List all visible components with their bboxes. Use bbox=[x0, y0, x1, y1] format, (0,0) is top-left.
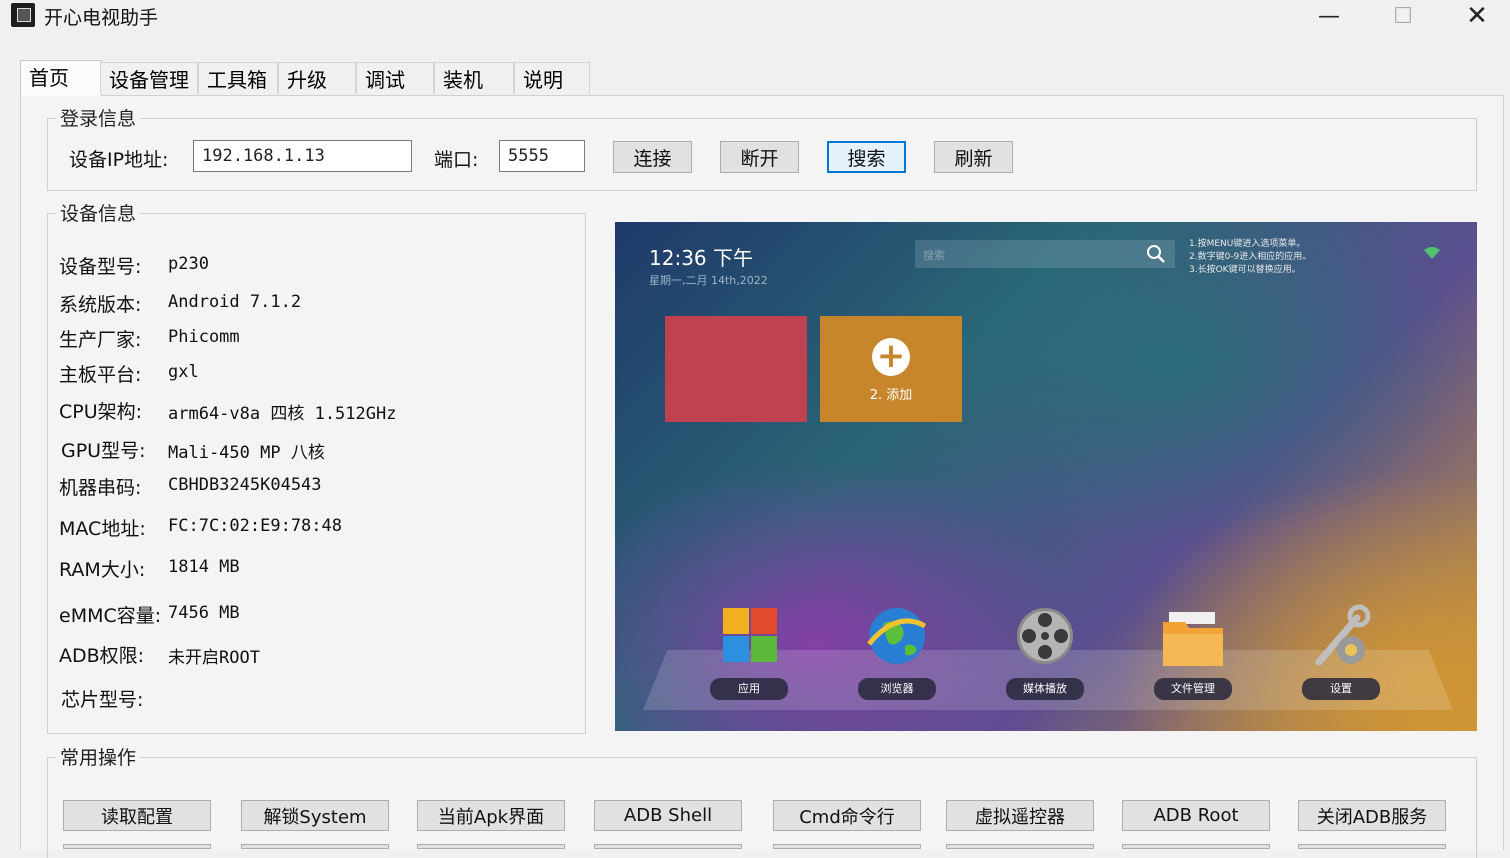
search-button[interactable]: 搜索 bbox=[827, 141, 906, 173]
chip-model-label: 芯片型号: bbox=[61, 689, 144, 711]
tv-dock-settings: 设置 bbox=[1302, 600, 1380, 700]
ram-value: 1814 MB bbox=[168, 557, 240, 577]
tv-dock-label: 设置 bbox=[1302, 678, 1380, 700]
tv-dock-label: 文件管理 bbox=[1154, 678, 1232, 700]
film-reel-icon bbox=[1017, 608, 1073, 664]
globe-browser-icon bbox=[867, 608, 927, 664]
connect-button[interactable]: 连接 bbox=[613, 141, 692, 173]
os-version-label: 系统版本: bbox=[59, 294, 142, 316]
maximize-button[interactable]: ☐ bbox=[1368, 0, 1438, 32]
folder-icon bbox=[1163, 612, 1223, 666]
tv-screen-preview: 12:36 下午 星期一,二月 14th,2022 搜索 1.按MENU键进入选… bbox=[615, 222, 1477, 731]
ip-input[interactable]: 192.168.1.13 bbox=[193, 140, 412, 172]
more-ops-button[interactable] bbox=[594, 844, 742, 849]
refresh-button[interactable]: 刷新 bbox=[934, 141, 1013, 173]
emmc-label: eMMC容量: bbox=[59, 605, 162, 627]
tv-tile-red bbox=[665, 316, 807, 422]
adb-permission-label: ADB权限: bbox=[59, 645, 145, 667]
device-model-value: p230 bbox=[168, 254, 209, 274]
cpu-arch-value: arm64-v8a 四核 1.512GHz bbox=[168, 404, 397, 424]
device-model-label: 设备型号: bbox=[59, 256, 142, 278]
more-ops-button[interactable] bbox=[946, 844, 1094, 849]
ip-label: 设备IP地址: bbox=[69, 149, 169, 171]
tv-date: 星期一,二月 14th,2022 bbox=[649, 274, 768, 287]
adb-root-button[interactable]: ADB Root bbox=[1122, 800, 1270, 831]
os-version-value: Android 7.1.2 bbox=[168, 292, 302, 312]
wifi-icon bbox=[1424, 247, 1440, 259]
tab-device-management[interactable]: 设备管理 bbox=[100, 62, 198, 94]
window-title: 开心电视助手 bbox=[44, 7, 159, 29]
tv-dock-label: 媒体播放 bbox=[1006, 678, 1084, 700]
mac-label: MAC地址: bbox=[59, 518, 146, 540]
title-bar: 开心电视助手 — ☐ ✕ bbox=[0, 0, 1510, 40]
tv-dock-label: 浏览器 bbox=[858, 678, 936, 700]
tv-search-box: 搜索 bbox=[915, 240, 1175, 268]
tab-install[interactable]: 装机 bbox=[434, 62, 514, 94]
device-info-title: 设备信息 bbox=[56, 199, 141, 226]
unlock-system-button[interactable]: 解锁System bbox=[241, 800, 389, 831]
serial-label: 机器串码: bbox=[59, 477, 142, 499]
emmc-value: 7456 MB bbox=[168, 603, 240, 623]
cpu-arch-label: CPU架构: bbox=[59, 401, 143, 423]
tv-dock-browser: 浏览器 bbox=[858, 600, 936, 700]
disconnect-button[interactable]: 断开 bbox=[720, 141, 799, 173]
login-info-title: 登录信息 bbox=[56, 104, 141, 131]
tv-dock-apps: 应用 bbox=[710, 600, 788, 700]
gpu-model-value: Mali-450 MP 八核 bbox=[168, 443, 325, 463]
close-adb-service-button[interactable]: 关闭ADB服务 bbox=[1298, 800, 1446, 831]
app-icon bbox=[11, 3, 35, 27]
more-ops-button[interactable] bbox=[773, 844, 921, 849]
more-ops-button[interactable] bbox=[1298, 844, 1446, 849]
more-ops-button[interactable] bbox=[417, 844, 565, 849]
read-config-button[interactable]: 读取配置 bbox=[63, 800, 211, 831]
tv-time: 12:36 下午 bbox=[649, 246, 753, 270]
more-ops-button[interactable] bbox=[241, 844, 389, 849]
tv-tips: 1.按MENU键进入选项菜单。 2.数字键0-9进入相应的应用。 3.长按OK键… bbox=[1189, 238, 1311, 277]
tv-tip-3: 3.长按OK键可以替换应用。 bbox=[1189, 265, 1301, 275]
ram-label: RAM大小: bbox=[59, 559, 146, 581]
tv-tile-add: + 2. 添加 bbox=[820, 316, 962, 422]
cmd-line-button[interactable]: Cmd命令行 bbox=[773, 800, 921, 831]
board-platform-value: gxl bbox=[168, 362, 199, 382]
tab-debug[interactable]: 调试 bbox=[356, 62, 434, 94]
current-apk-button[interactable]: 当前Apk界面 bbox=[417, 800, 565, 831]
minimize-button[interactable]: — bbox=[1294, 0, 1364, 32]
tab-toolbox[interactable]: 工具箱 bbox=[198, 62, 278, 94]
port-input[interactable]: 5555 bbox=[499, 140, 585, 172]
tv-add-label: 2. 添加 bbox=[869, 388, 913, 403]
more-ops-button[interactable] bbox=[1122, 844, 1270, 849]
tv-search-placeholder: 搜索 bbox=[923, 249, 945, 262]
plus-icon: + bbox=[872, 338, 910, 376]
wrench-gear-icon bbox=[1315, 604, 1371, 666]
gpu-model-label: GPU型号: bbox=[61, 440, 146, 462]
board-platform-label: 主板平台: bbox=[59, 364, 142, 386]
adb-permission-value: 未开启ROOT bbox=[168, 648, 260, 668]
virtual-remote-button[interactable]: 虚拟遥控器 bbox=[946, 800, 1094, 831]
tv-dock-media: 媒体播放 bbox=[1006, 600, 1084, 700]
common-ops-title: 常用操作 bbox=[56, 743, 141, 770]
tv-dock-label: 应用 bbox=[710, 678, 788, 700]
adb-shell-button[interactable]: ADB Shell bbox=[594, 800, 742, 831]
tv-dock-files: 文件管理 bbox=[1154, 600, 1232, 700]
tv-tip-2: 2.数字键0-9进入相应的应用。 bbox=[1189, 252, 1312, 262]
tv-tip-1: 1.按MENU键进入选项菜单。 bbox=[1189, 239, 1306, 249]
manufacturer-value: Phicomm bbox=[168, 327, 240, 347]
manufacturer-label: 生产厂家: bbox=[59, 329, 142, 351]
tab-help[interactable]: 说明 bbox=[514, 62, 590, 94]
search-icon bbox=[1147, 245, 1165, 263]
windows-apps-icon bbox=[723, 608, 777, 662]
more-ops-button[interactable] bbox=[63, 844, 211, 849]
mac-value: FC:7C:02:E9:78:48 bbox=[168, 516, 342, 536]
tab-home[interactable]: 首页 bbox=[20, 60, 102, 96]
close-button[interactable]: ✕ bbox=[1442, 0, 1510, 32]
port-label: 端口: bbox=[434, 149, 479, 171]
tab-upgrade[interactable]: 升级 bbox=[278, 62, 356, 94]
serial-value: CBHDB3245K04543 bbox=[168, 475, 322, 495]
